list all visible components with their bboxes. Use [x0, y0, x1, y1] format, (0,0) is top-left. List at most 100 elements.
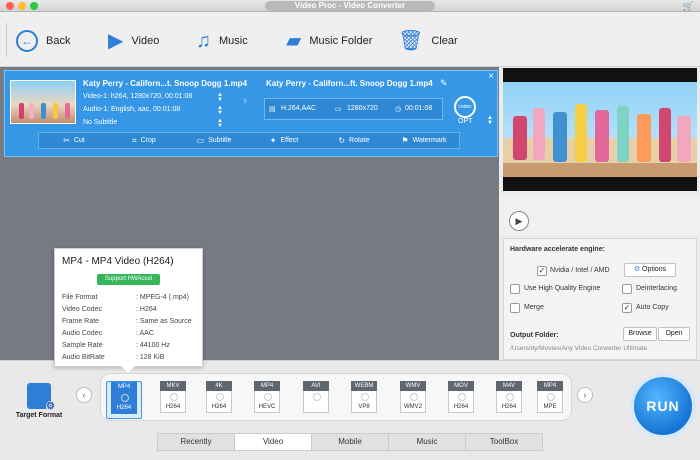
preview-frame	[503, 82, 697, 177]
subtitle-stepper[interactable]: ▲ ▼	[217, 118, 223, 129]
close-window-button[interactable]	[6, 2, 14, 10]
video-track-stepper[interactable]: ▲ ▼	[217, 92, 223, 103]
format-item[interactable]: 4K H264	[201, 381, 237, 419]
output-codec: H.264,AAC	[281, 105, 317, 112]
opt-stepper[interactable]: ▲ ▼	[487, 115, 493, 126]
effect-button[interactable]: ✦ Effect	[249, 136, 319, 145]
format-tooltip: MP4 - MP4 Video (H264) Support HWAccel F…	[54, 248, 203, 373]
codec-icon: ▤	[269, 106, 276, 113]
format-label: AVI	[303, 381, 329, 391]
browse-button[interactable]: Browse	[623, 327, 657, 341]
zoom-window-button[interactable]	[30, 2, 38, 10]
hq-engine-label: Use High Quality Engine	[524, 285, 601, 292]
video-thumbnail	[10, 80, 76, 124]
hq-engine-checkbox[interactable]	[510, 284, 520, 294]
format-item[interactable]: WEBM VP8	[346, 381, 382, 419]
conversion-task[interactable]: Katy Perry - Californ...t. Snoop Dogg 1.…	[4, 70, 498, 157]
music-add-icon: ♫	[196, 30, 211, 52]
edit-toolbar: ✂ Cut ⌗ Crop ▭ Subtitle ✦ Effect ↻ Rotate ⚑ Wa…	[38, 132, 460, 149]
output-path: /Users/dy/Movies/Any Video Converter Ult…	[510, 345, 648, 352]
window-title: Video Proc - Video Converter	[265, 1, 435, 11]
tab-toolbox[interactable]: ToolBox	[466, 434, 542, 450]
formats-prev-button[interactable]: ‹	[76, 387, 92, 403]
format-item[interactable]: WMV WMV2	[395, 381, 431, 419]
format-label: MKV	[160, 381, 186, 391]
watermark-button[interactable]: ⚑ Watermark	[389, 136, 459, 145]
nvidia-checkbox[interactable]: ✓	[537, 266, 547, 276]
rotate-button[interactable]: ↻ Rotate	[319, 136, 389, 145]
merge-checkbox[interactable]	[510, 303, 520, 313]
output-resolution: 1280x720	[347, 105, 378, 112]
format-codec: HEVC	[258, 404, 276, 410]
crop-button[interactable]: ⌗ Crop	[109, 136, 179, 146]
scissors-icon: ✂	[63, 136, 70, 145]
run-button[interactable]: RUN	[630, 373, 696, 439]
tab-video[interactable]: Video	[235, 434, 312, 450]
crop-icon: ⌗	[132, 135, 137, 145]
nvidia-label: Nvidia / Intel / AMD	[550, 267, 610, 274]
format-item[interactable]: MKV H264	[155, 381, 191, 419]
format-item[interactable]: MP4 H264	[106, 381, 142, 419]
output-folder-label: Output Folder:	[510, 332, 559, 339]
options-button[interactable]: ⚙ Options	[624, 263, 676, 277]
format-codec: H264	[165, 404, 181, 410]
clear-button[interactable]: 🗑 Clear	[398, 28, 458, 54]
codec-option-button[interactable]: codec	[454, 96, 476, 118]
add-music-folder-button[interactable]: ▰ Music Folder	[286, 28, 372, 54]
opt-label: OPT	[458, 118, 473, 125]
back-label: Back	[46, 35, 71, 47]
cut-button[interactable]: ✂ Cut	[39, 136, 109, 145]
format-category-tabs: Recently Video Mobile Music ToolBox	[157, 433, 543, 451]
target-format-button[interactable]: Target Format	[10, 383, 68, 419]
clock-icon: ◷	[395, 106, 402, 113]
play-button[interactable]: ▶	[509, 211, 529, 231]
deinterlace-checkbox[interactable]	[622, 284, 632, 294]
close-icon[interactable]: ×	[488, 71, 494, 82]
output-info-box: ▤ H.264,AAC ▭ 1280x720 ◷ 00:01:08	[264, 98, 443, 120]
edit-name-icon[interactable]: ✎	[440, 78, 448, 89]
output-filename: Katy Perry - Californ...ft. Snoop Dogg 1…	[266, 79, 433, 88]
crop-label: Crop	[140, 137, 156, 144]
subtitle-label: Subtitle	[208, 137, 232, 144]
tooltip-title: MP4 - MP4 Video (H264)	[62, 256, 174, 267]
add-video-button[interactable]: ▶ Video	[108, 28, 159, 54]
audio-track-stepper[interactable]: ▲ ▼	[217, 105, 223, 116]
format-item[interactable]: MP4 MPE	[535, 381, 565, 419]
format-bar: Target Format ‹ MP4 H264 MKV H264 4K H26…	[0, 360, 700, 460]
format-file-icon: H264	[448, 391, 474, 413]
add-music-button[interactable]: ♫ Music	[196, 28, 248, 54]
subtitle-button[interactable]: ▭ Subtitle	[179, 136, 249, 145]
auto-copy-checkbox[interactable]: ✓	[622, 303, 632, 313]
tab-mobile[interactable]: Mobile	[312, 434, 389, 450]
format-file-icon: HEVC	[254, 391, 280, 413]
format-item[interactable]: MP4 HEVC	[249, 381, 285, 419]
deinterlace-label: Deinterlacing	[636, 285, 677, 292]
output-duration: 00:01:08	[405, 105, 433, 112]
minimize-window-button[interactable]	[18, 2, 26, 10]
open-button[interactable]: Open	[658, 327, 690, 341]
formats-next-button[interactable]: ›	[577, 387, 593, 403]
format-codec: VP8	[358, 404, 370, 410]
title-bar: Video Proc - Video Converter 🛒	[0, 0, 700, 12]
watermark-icon: ⚑	[401, 136, 409, 145]
format-label: WMV	[400, 381, 426, 391]
format-codec: H264	[211, 404, 227, 410]
rotate-icon: ↻	[338, 136, 346, 145]
format-item[interactable]: MOV H264	[443, 381, 479, 419]
format-file-icon: WMV2	[400, 391, 426, 413]
back-button[interactable]: ← Back	[16, 28, 70, 54]
cart-icon[interactable]: 🛒	[683, 1, 694, 12]
trash-icon: 🗑	[398, 30, 424, 52]
format-label: 4K	[206, 381, 232, 391]
subtitle-info: No Subtitle	[83, 119, 118, 126]
rotate-label: Rotate	[349, 137, 370, 144]
target-format-icon	[27, 383, 55, 412]
tab-music[interactable]: Music	[389, 434, 466, 450]
music-label: Music	[219, 35, 248, 47]
video-preview[interactable]	[503, 68, 697, 191]
format-file-icon: H264	[206, 391, 232, 413]
tab-recently[interactable]: Recently	[158, 434, 235, 450]
format-item[interactable]: M4V H264	[491, 381, 527, 419]
format-item[interactable]: AVI	[298, 381, 334, 419]
format-codec: H264	[116, 405, 132, 411]
